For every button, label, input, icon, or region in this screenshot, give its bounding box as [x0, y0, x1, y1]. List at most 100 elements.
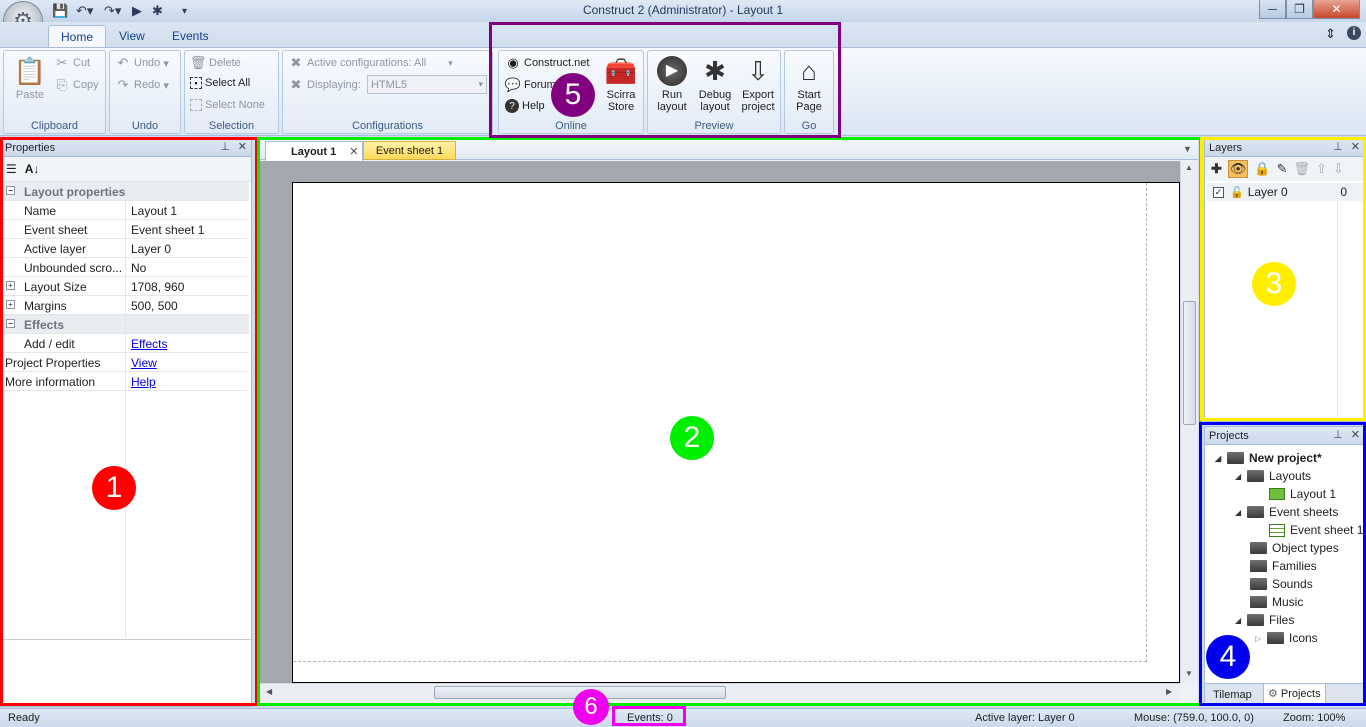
- clipboard-group: 📋 Paste ✂ Cut ⎘ Copy Clipboard: [3, 50, 106, 134]
- tree-label: Families: [1272, 559, 1317, 573]
- tab-events[interactable]: Events: [160, 25, 221, 47]
- undo-button[interactable]: ↶ Undo ▾: [115, 55, 169, 71]
- layers-header: Layers ⊥ ✕: [1205, 139, 1364, 157]
- run-icon[interactable]: ▶: [132, 3, 150, 19]
- redo-icon[interactable]: ↷▾: [104, 3, 124, 19]
- trash-icon[interactable]: 🗑: [1294, 161, 1311, 177]
- displaying-row: ✖ Displaying:: [288, 77, 361, 93]
- layer-lock-icon[interactable]: 🔓: [1230, 186, 1244, 199]
- vertical-scroll-thumb[interactable]: [1183, 301, 1196, 425]
- tab-projects[interactable]: ⚙ Projects: [1263, 684, 1326, 704]
- home-icon: ⌂: [801, 56, 817, 86]
- property-link[interactable]: View: [131, 356, 157, 370]
- paste-button[interactable]: 📋 Paste: [10, 55, 50, 101]
- bug-icon[interactable]: ✱: [152, 3, 170, 19]
- tree-event-sheet-1[interactable]: Event sheet 1: [1269, 523, 1363, 537]
- construct-net-link[interactable]: ◉ Construct.net: [505, 55, 589, 71]
- export-project-button[interactable]: ⇩ Export project: [737, 55, 779, 113]
- redo-button[interactable]: ↷ Redo ▾: [115, 77, 169, 93]
- close-icon[interactable]: ✕: [238, 140, 247, 153]
- categorized-icon[interactable]: ☰: [6, 162, 17, 176]
- property-link[interactable]: Effects: [131, 337, 167, 351]
- scroll-right-icon[interactable]: ▶: [1166, 687, 1172, 696]
- tree-icons[interactable]: ▷ Icons: [1255, 631, 1318, 645]
- close-icon[interactable]: ✕: [1351, 140, 1360, 153]
- collapse-icon[interactable]: −: [6, 186, 15, 195]
- layout-canvas[interactable]: [292, 182, 1180, 683]
- tab-layout-1[interactable]: Layout 1 ✕: [265, 141, 363, 161]
- property-value: Event sheet 1: [131, 223, 205, 237]
- scroll-left-icon[interactable]: ◀: [266, 687, 272, 696]
- maximize-button[interactable]: ❐: [1286, 0, 1313, 19]
- tab-tilemap[interactable]: Tilemap: [1209, 686, 1256, 704]
- active-configurations-dropdown[interactable]: ✖ Active configurations: All ▾: [288, 55, 453, 71]
- tree-label: Layouts: [1269, 469, 1312, 483]
- copy-button[interactable]: ⎘ Copy: [54, 77, 99, 93]
- properties-panel: Properties ⊥ ✕ ☰ A↓ − Layout properties Nam…: [0, 138, 252, 707]
- quick-access-toolbar: 💾 ↶▾ ↷▾ ▶ ✱ ▾: [52, 2, 187, 20]
- run-layout-button[interactable]: ▶ Run layout: [652, 55, 692, 113]
- tree-object-types[interactable]: Object types: [1250, 541, 1339, 555]
- trash-icon: 🗑: [189, 55, 207, 70]
- info-icon[interactable]: i: [1347, 26, 1361, 40]
- marker-2: 2: [670, 416, 714, 460]
- tree-layout-1[interactable]: Layout 1: [1269, 487, 1336, 501]
- debug-layout-button[interactable]: ✱ Debug layout: [694, 55, 736, 113]
- tab-event-sheet-1[interactable]: Event sheet 1: [363, 141, 456, 160]
- move-down-icon[interactable]: ⇩: [1333, 161, 1344, 177]
- tree-project-root[interactable]: ◢ New project*: [1215, 451, 1322, 465]
- scroll-down-icon[interactable]: ▼: [1185, 669, 1193, 678]
- add-layer-icon[interactable]: ✚: [1211, 161, 1222, 177]
- layer-row[interactable]: ✓ 🔓 Layer 0 0: [1207, 183, 1363, 201]
- pin-icon[interactable]: ⊥: [220, 140, 230, 153]
- paste-label: Paste: [15, 89, 45, 101]
- select-all-button[interactable]: ▪ Select All: [190, 77, 250, 89]
- horizontal-scrollbar[interactable]: ◀ ▶: [260, 683, 1180, 701]
- cut-label: Cut: [73, 57, 91, 69]
- cut-button[interactable]: ✂ Cut: [54, 55, 91, 71]
- help-link[interactable]: ? Help: [505, 99, 545, 113]
- select-none-button[interactable]: Select None: [190, 99, 265, 111]
- pin-icon[interactable]: ⊥: [1333, 140, 1343, 153]
- tab-view[interactable]: View: [107, 25, 157, 47]
- layer-visible-checkbox[interactable]: ✓: [1213, 186, 1224, 198]
- expand-icon[interactable]: +: [6, 281, 15, 290]
- delete-button[interactable]: 🗑 Delete: [190, 55, 241, 71]
- tab-home[interactable]: Home: [48, 25, 107, 47]
- close-icon[interactable]: ✕: [1351, 428, 1360, 441]
- lock-icon[interactable]: 🔒: [1254, 161, 1270, 177]
- tree-label: Event sheets: [1269, 505, 1339, 519]
- scirra-store-button[interactable]: 🧰 Scirra Store: [601, 55, 641, 113]
- tree-music[interactable]: Music: [1250, 595, 1303, 609]
- layout-viewport[interactable]: [260, 161, 1180, 683]
- tab-list-dropdown-icon[interactable]: ▼: [1183, 144, 1192, 154]
- expand-icon[interactable]: +: [6, 300, 15, 309]
- tree-event-sheets[interactable]: ◢ Event sheets: [1235, 505, 1338, 519]
- save-icon[interactable]: 💾: [52, 3, 70, 19]
- pin-icon[interactable]: ⊥: [1333, 428, 1343, 441]
- close-button[interactable]: ✕: [1313, 0, 1360, 19]
- online-group-label: Online: [555, 120, 587, 132]
- tree-sounds[interactable]: Sounds: [1250, 577, 1313, 591]
- pencil-icon[interactable]: ✎: [1277, 161, 1288, 177]
- eye-icon[interactable]: 👁: [1227, 160, 1249, 178]
- undo-icon[interactable]: ↶▾: [76, 3, 96, 19]
- sort-alphabetical-icon[interactable]: A↓: [25, 162, 40, 176]
- minimize-button[interactable]: ─: [1259, 0, 1286, 19]
- tree-files[interactable]: ◢ Files: [1235, 613, 1294, 627]
- start-page-button[interactable]: ⌂ Start Page: [789, 55, 829, 113]
- ribbon-collapse-icon[interactable]: ⇕: [1325, 26, 1336, 42]
- collapse-icon[interactable]: −: [6, 319, 15, 328]
- construct-net-label: Construct.net: [524, 57, 590, 69]
- tree-families[interactable]: Families: [1250, 559, 1317, 573]
- close-tab-icon[interactable]: ✕: [349, 145, 358, 158]
- tree-label: Layout 1: [1290, 487, 1337, 501]
- displaying-select[interactable]: HTML5 ▾: [367, 75, 487, 94]
- vertical-scrollbar[interactable]: ▲ ▼: [1180, 161, 1198, 683]
- property-link[interactable]: Help: [131, 375, 156, 389]
- forum-link[interactable]: 💬 Forum: [505, 77, 556, 93]
- tree-layouts[interactable]: ◢ Layouts: [1235, 469, 1311, 483]
- move-up-icon[interactable]: ⇧: [1316, 161, 1327, 177]
- qat-more-icon[interactable]: ▾: [182, 6, 187, 17]
- scroll-up-icon[interactable]: ▲: [1185, 163, 1193, 172]
